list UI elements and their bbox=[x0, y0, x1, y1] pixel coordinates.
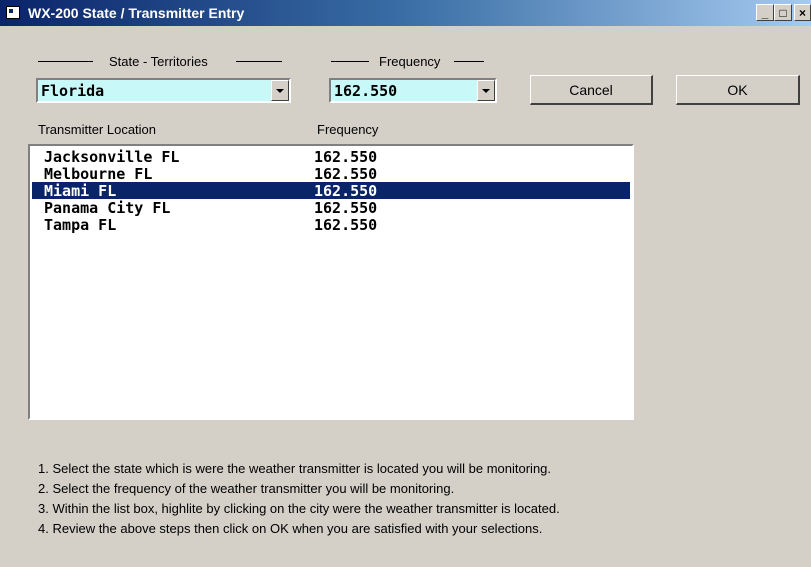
cancel-button[interactable]: Cancel bbox=[530, 75, 653, 105]
divider bbox=[235, 61, 282, 62]
list-item-frequency: 162.550 bbox=[314, 199, 378, 217]
window-title: WX-200 State / Transmitter Entry bbox=[28, 5, 245, 21]
list-item-city: Miami FL bbox=[44, 182, 117, 200]
title-bar[interactable]: WX-200 State / Transmitter Entry _ □ × bbox=[0, 0, 811, 26]
list-item[interactable]: Melbourne FL 162.550 bbox=[32, 165, 630, 183]
frequency-combo-value: 162.550 bbox=[334, 82, 398, 100]
divider bbox=[38, 61, 93, 62]
state-group-label: State - Territories bbox=[109, 54, 208, 69]
maximize-button[interactable]: □ bbox=[774, 4, 792, 21]
divider bbox=[331, 61, 369, 62]
frequency-group-label-row: Frequency bbox=[331, 54, 485, 69]
divider bbox=[454, 61, 485, 62]
list-item-frequency: 162.550 bbox=[314, 182, 378, 200]
minimize-button[interactable]: _ bbox=[756, 4, 774, 21]
column-header-location: Transmitter Location bbox=[38, 122, 157, 137]
list-item[interactable]: Tampa FL 162.550 bbox=[32, 216, 630, 234]
ok-button[interactable]: OK bbox=[676, 75, 800, 105]
chevron-down-icon[interactable] bbox=[271, 80, 289, 101]
state-group-label-row: State - Territories bbox=[38, 54, 282, 69]
list-item[interactable]: Jacksonville FL 162.550 bbox=[32, 148, 630, 166]
instruction-line: 1. Select the state which is were the we… bbox=[38, 461, 552, 476]
instruction-line: 2. Select the frequency of the weather t… bbox=[38, 481, 455, 496]
transmitter-listbox[interactable]: Jacksonville FL 162.550 Melbourne FL 162… bbox=[28, 144, 634, 420]
list-item-frequency: 162.550 bbox=[314, 216, 378, 234]
state-combo[interactable]: Florida bbox=[36, 78, 291, 103]
list-item-city: Jacksonville FL bbox=[44, 148, 180, 166]
chevron-down-icon[interactable] bbox=[477, 80, 495, 101]
list-item-selected[interactable]: Miami FL 162.550 bbox=[32, 182, 630, 200]
list-item[interactable]: Panama City FL 162.550 bbox=[32, 199, 630, 217]
state-combo-value: Florida bbox=[41, 82, 105, 100]
frequency-group-label: Frequency bbox=[379, 54, 441, 69]
column-header-frequency: Frequency bbox=[317, 122, 379, 137]
list-item-frequency: 162.550 bbox=[314, 148, 378, 166]
frequency-combo[interactable]: 162.550 bbox=[329, 78, 497, 103]
instruction-line: 4. Review the above steps then click on … bbox=[38, 521, 543, 536]
close-button[interactable]: × bbox=[794, 4, 811, 21]
list-item-city: Tampa FL bbox=[44, 216, 117, 234]
list-item-city: Panama City FL bbox=[44, 199, 171, 217]
app-icon[interactable] bbox=[6, 6, 20, 19]
list-item-frequency: 162.550 bbox=[314, 165, 378, 183]
instructions: 1. Select the state which is were the we… bbox=[38, 459, 560, 539]
list-item-city: Melbourne FL bbox=[44, 165, 153, 183]
instruction-line: 3. Within the list box, highlite by clic… bbox=[38, 501, 560, 516]
